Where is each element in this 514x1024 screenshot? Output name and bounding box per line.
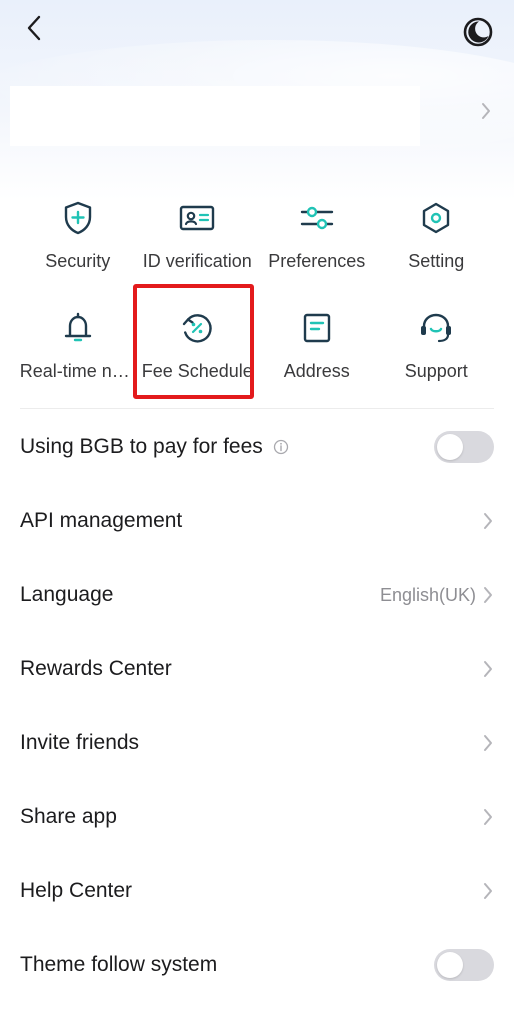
- shortcut-grid: Security ID verification Preferences Set…: [18, 195, 496, 385]
- grid-item-preferences[interactable]: Preferences: [257, 195, 377, 275]
- document-icon: [297, 305, 337, 351]
- row-label: Using BGB to pay for fees: [20, 435, 263, 458]
- settings-list: Using BGB to pay for fees API management: [0, 410, 514, 1002]
- moon-icon: [463, 17, 493, 47]
- sliders-icon: [297, 195, 337, 241]
- info-icon[interactable]: [273, 439, 289, 455]
- theme-toggle-button[interactable]: [460, 14, 496, 50]
- grid-item-setting[interactable]: Setting: [377, 195, 497, 275]
- row-right: [482, 632, 494, 706]
- row-right: [482, 854, 494, 928]
- list-item-api-management[interactable]: API management: [0, 484, 514, 558]
- row-label: Rewards Center: [20, 657, 172, 680]
- chevron-right-icon: [484, 513, 492, 529]
- grid-item-security[interactable]: Security: [18, 195, 138, 275]
- profile-chevron-button[interactable]: [476, 100, 496, 122]
- grid-item-real-time-notifications[interactable]: Real-time notifications: [18, 305, 138, 385]
- grid-label: Security: [45, 251, 111, 271]
- profile-card[interactable]: [10, 86, 420, 146]
- id-card-icon: [177, 195, 217, 241]
- bell-icon: [58, 305, 98, 351]
- row-right: [482, 706, 494, 780]
- row-right: [482, 484, 494, 558]
- list-item-share-app[interactable]: Share app: [0, 780, 514, 854]
- list-item-help-center[interactable]: Help Center: [0, 854, 514, 928]
- settings-page: Security ID verification Preferences Set…: [0, 0, 514, 1024]
- language-value: English(UK): [379, 584, 476, 605]
- list-item-rewards-center[interactable]: Rewards Center: [0, 632, 514, 706]
- grid-label: Address: [283, 361, 350, 381]
- list-item-language[interactable]: Language English(UK): [0, 558, 514, 632]
- chevron-right-icon: [484, 809, 492, 825]
- row-label: Language: [20, 583, 114, 606]
- list-item-invite-friends[interactable]: Invite friends: [0, 706, 514, 780]
- grid-label: Support: [404, 361, 468, 381]
- row-label: Help Center: [20, 879, 133, 902]
- row-label: Share app: [20, 805, 117, 828]
- theme-follow-system-toggle[interactable]: [434, 949, 494, 981]
- hexagon-gear-icon: [416, 195, 456, 241]
- toggle-knob: [437, 952, 463, 978]
- list-item-bgb-fees: Using BGB to pay for fees: [0, 410, 514, 484]
- grid-item-address[interactable]: Address: [257, 305, 377, 385]
- percent-circle-icon: [177, 305, 217, 351]
- grid-label: ID verification: [142, 251, 252, 271]
- row-right: [482, 780, 494, 854]
- grid-item-support[interactable]: Support: [377, 305, 497, 385]
- row-right: [434, 410, 494, 484]
- section-divider: [20, 408, 494, 409]
- list-item-theme-follow-system: Theme follow system: [0, 928, 514, 1002]
- chevron-right-icon: [484, 735, 492, 751]
- grid-label: Setting: [408, 251, 465, 271]
- shield-plus-icon: [58, 195, 98, 241]
- bgb-fees-toggle[interactable]: [434, 431, 494, 463]
- chevron-right-icon: [484, 661, 492, 677]
- chevron-right-icon: [484, 587, 492, 603]
- back-button[interactable]: [18, 12, 50, 44]
- row-right: [434, 928, 494, 1002]
- headset-icon: [416, 305, 456, 351]
- row-label: Theme follow system: [20, 953, 218, 976]
- row-right: English(UK): [380, 558, 494, 632]
- grid-label: Preferences: [268, 251, 366, 271]
- row-label: API management: [20, 509, 183, 532]
- chevron-right-icon: [484, 883, 492, 899]
- chevron-left-icon: [27, 15, 41, 41]
- grid-label: Fee Schedule: [141, 361, 253, 381]
- grid-item-id-verification[interactable]: ID verification: [138, 195, 258, 275]
- grid-item-fee-schedule[interactable]: Fee Schedule: [138, 305, 258, 385]
- grid-label: Real-time notifications: [19, 361, 136, 381]
- row-label: Invite friends: [20, 731, 140, 754]
- chevron-right-icon: [482, 103, 490, 119]
- toggle-knob: [437, 434, 463, 460]
